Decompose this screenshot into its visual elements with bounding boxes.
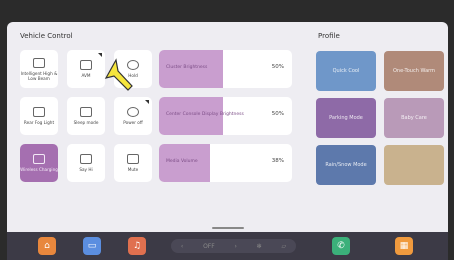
profile-label: One-Touch Warm bbox=[393, 68, 435, 74]
console-brightness-slider[interactable]: Center Console Display Brightness 50% bbox=[159, 97, 292, 135]
fog-light-icon bbox=[33, 107, 45, 117]
profile-baby-care[interactable]: Baby Care bbox=[384, 98, 444, 138]
bottom-dock: ⌂ ▭ ♫ ‹ OFF › ✻ ▱ ✆ ▦ bbox=[7, 232, 448, 260]
profile-label: Parking Mode bbox=[329, 115, 363, 121]
pointer-arrow-icon bbox=[104, 58, 133, 91]
profile-label: Quick Cool bbox=[332, 68, 360, 74]
profile-label: Baby Care bbox=[401, 115, 427, 121]
car-icon: ▭ bbox=[87, 241, 97, 251]
tile-mute[interactable]: Mute bbox=[114, 144, 152, 182]
profile-rain-snow-mode[interactable]: Rain/Snow Mode bbox=[316, 145, 376, 185]
slider-value: 38% bbox=[271, 158, 284, 164]
car-app-button[interactable]: ▭ bbox=[83, 237, 101, 255]
temp-increase-icon[interactable]: › bbox=[234, 243, 236, 250]
speaker-mute-icon bbox=[127, 154, 139, 164]
profile-title: Profile bbox=[318, 32, 340, 40]
profile-one-touch-warm[interactable]: One-Touch Warm bbox=[384, 51, 444, 91]
tile-label: Say Hi bbox=[79, 167, 93, 172]
fan-icon[interactable]: ✻ bbox=[257, 243, 262, 250]
tile-label: Rear Fog Light bbox=[23, 120, 55, 125]
tile-label: Power off bbox=[123, 120, 143, 125]
sleep-mode-icon bbox=[80, 107, 92, 117]
wireless-charging-icon bbox=[33, 154, 45, 164]
phone-app-button[interactable]: ✆ bbox=[332, 237, 350, 255]
cluster-brightness-slider[interactable]: Cluster Brightness 50% bbox=[159, 50, 292, 88]
camera-car-icon bbox=[80, 60, 92, 70]
slider-value: 50% bbox=[271, 64, 284, 70]
tile-avm[interactable]: AVM bbox=[67, 50, 105, 88]
profile-extra[interactable] bbox=[384, 145, 444, 185]
climate-status: OFF bbox=[203, 242, 215, 250]
profile-quick-cool[interactable]: Quick Cool bbox=[316, 51, 376, 91]
headlight-icon bbox=[33, 57, 45, 68]
tile-label: Sleep mode bbox=[73, 120, 99, 125]
music-icon: ♫ bbox=[132, 241, 142, 251]
tile-label: Wireless Charging bbox=[20, 167, 58, 172]
media-volume-slider[interactable]: Media Volume 38% bbox=[159, 144, 292, 182]
tile-label: Intelligent High & Low Beam bbox=[20, 70, 58, 81]
tile-label: AVM bbox=[81, 73, 91, 78]
seat-heat-icon[interactable]: ▱ bbox=[281, 243, 286, 250]
tile-rear-fog-light[interactable]: Rear Fog Light bbox=[20, 97, 58, 135]
music-app-button[interactable]: ♫ bbox=[128, 237, 146, 255]
profile-parking-mode[interactable]: Parking Mode bbox=[316, 98, 376, 138]
apps-grid-icon: ▦ bbox=[399, 241, 409, 251]
phone-icon: ✆ bbox=[337, 241, 345, 251]
home-app-button[interactable]: ⌂ bbox=[38, 237, 56, 255]
home-icon: ⌂ bbox=[44, 241, 50, 251]
say-hi-icon bbox=[80, 154, 92, 164]
corner-indicator-icon bbox=[145, 100, 149, 104]
profile-label: Rain/Snow Mode bbox=[325, 162, 367, 168]
slider-label: Center Console Display Brightness bbox=[166, 112, 244, 117]
tile-say-hi[interactable]: Say Hi bbox=[67, 144, 105, 182]
power-icon bbox=[127, 107, 139, 117]
slider-label: Media Volume bbox=[166, 159, 198, 164]
tile-label: Mute bbox=[127, 167, 139, 172]
temp-decrease-icon[interactable]: ‹ bbox=[181, 243, 183, 250]
control-panel: Vehicle Control Profile Intelligent High… bbox=[7, 22, 448, 232]
drag-handle[interactable] bbox=[212, 227, 244, 229]
slider-value: 50% bbox=[271, 111, 284, 117]
tile-sleep-mode[interactable]: Sleep mode bbox=[67, 97, 105, 135]
tile-wireless-charging[interactable]: Wireless Charging bbox=[20, 144, 58, 182]
tile-intelligent-beam[interactable]: Intelligent High & Low Beam bbox=[20, 50, 58, 88]
vehicle-control-title: Vehicle Control bbox=[20, 32, 73, 40]
tile-power-off[interactable]: Power off bbox=[114, 97, 152, 135]
apps-grid-button[interactable]: ▦ bbox=[395, 237, 413, 255]
car-screen: Vehicle Control Profile Intelligent High… bbox=[0, 0, 454, 260]
climate-control[interactable]: ‹ OFF › ✻ ▱ bbox=[171, 239, 296, 253]
slider-label: Cluster Brightness bbox=[166, 65, 208, 70]
